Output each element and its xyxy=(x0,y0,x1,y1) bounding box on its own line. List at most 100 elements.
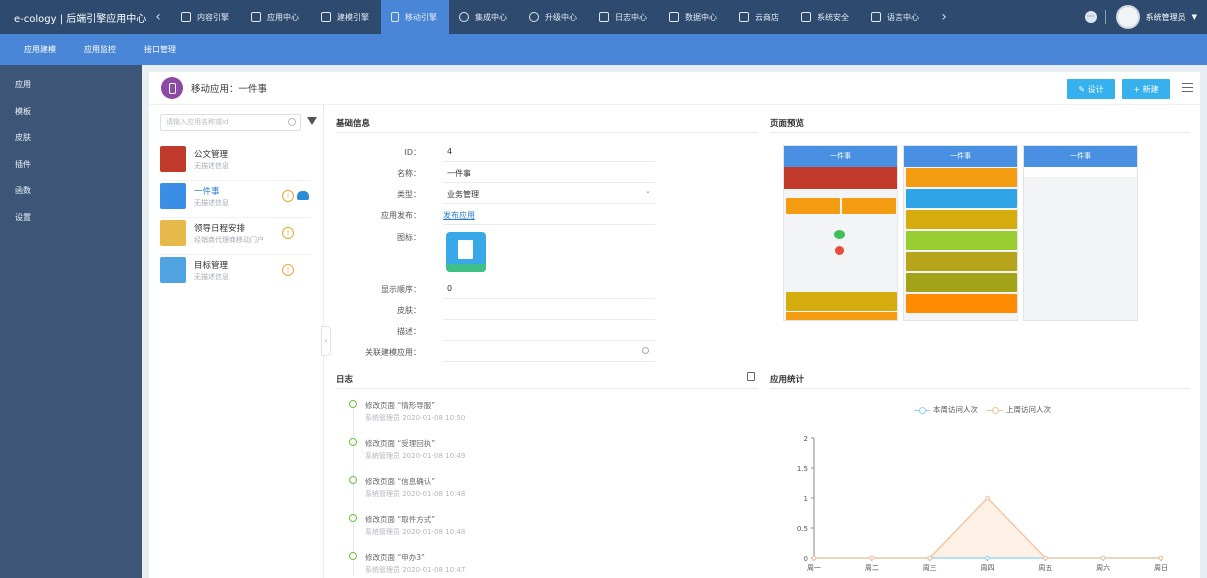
timeline-line xyxy=(352,404,354,576)
nav-data-center[interactable]: 数据中心 xyxy=(659,0,729,34)
new-label: 新建 xyxy=(1142,84,1159,94)
publish-app-link[interactable]: 发布应用 xyxy=(443,210,475,221)
divider xyxy=(443,224,655,225)
search-input[interactable]: 请输入应用名称或id xyxy=(160,114,301,131)
nav-upgrade-center[interactable]: 升级中心 xyxy=(519,0,589,34)
warning-icon[interactable]: ! xyxy=(282,227,294,239)
nav-prev-icon[interactable]: ‹ xyxy=(145,9,171,25)
design-button[interactable]: ✎ 设计 xyxy=(1067,79,1115,99)
nav-model-engine[interactable]: 建模引擎 xyxy=(311,0,381,34)
x-tick-label: 周一 xyxy=(807,564,821,572)
legend-label: 本周访问人次 xyxy=(933,405,978,414)
name-field[interactable]: 一件事 xyxy=(447,168,471,179)
subnav-app-modeling[interactable]: 应用建模 xyxy=(24,44,56,55)
legend-marker xyxy=(987,406,1003,414)
phone-preview[interactable]: 一件事 xyxy=(783,145,898,321)
sidebar-item-app[interactable]: 应用 xyxy=(0,79,142,106)
cloud-upload-icon[interactable] xyxy=(297,191,309,200)
list-row xyxy=(1024,167,1137,177)
avatar[interactable] xyxy=(1115,5,1140,29)
nav-label: 日志中心 xyxy=(615,12,647,22)
file-icon xyxy=(669,12,679,22)
divider xyxy=(443,298,655,299)
log-text: 修改页面 “情形导服” xyxy=(365,401,436,410)
filter-icon[interactable] xyxy=(307,117,317,125)
sidebar-item-settings[interactable]: 设置 xyxy=(0,212,142,239)
phone-preview[interactable]: 一件事 xyxy=(1023,145,1138,321)
sidebar-item-plugin[interactable]: 插件 xyxy=(0,159,142,186)
log-meta: 系统管理员 2020-01-08 10:47 xyxy=(365,566,466,574)
list-icon[interactable] xyxy=(1182,83,1193,92)
top-bar: e-cology | 后端引擎应用中心 ‹ 内容引擎 应用中心 建模引擎 移动引… xyxy=(0,0,1207,34)
brand-title: e-cology | 后端引擎应用中心 xyxy=(14,13,147,25)
user-name[interactable]: 系统管理员 xyxy=(1146,12,1186,23)
field-label-skin: 皮肤： xyxy=(397,306,421,315)
new-button[interactable]: + 新建 xyxy=(1122,79,1170,99)
app-name: 一件事 xyxy=(194,187,220,197)
nav-system-security[interactable]: 系统安全 xyxy=(791,0,861,34)
type-select[interactable]: 业务管理 xyxy=(447,189,479,200)
card xyxy=(842,198,896,214)
warning-icon[interactable]: ! xyxy=(282,264,294,276)
legend-item[interactable]: 本周访问人次 xyxy=(914,404,978,415)
x-tick-label: 周六 xyxy=(1096,563,1110,572)
snowflake-icon xyxy=(459,12,469,22)
sidebar-item-template[interactable]: 模板 xyxy=(0,106,142,133)
document-icon[interactable] xyxy=(747,372,755,381)
id-value: 4 xyxy=(447,147,453,156)
card xyxy=(906,252,1017,271)
nav-content-engine[interactable]: 内容引擎 xyxy=(171,0,241,34)
app-icon xyxy=(160,257,186,283)
search-icon[interactable] xyxy=(288,118,296,126)
subnav-api-management[interactable]: 接口管理 xyxy=(144,44,176,55)
list-item[interactable]: 领导日程安排 经销商代理商移动门户 ! xyxy=(160,218,312,255)
phone-title: 一件事 xyxy=(1024,146,1137,167)
order-field[interactable]: 0 xyxy=(447,284,452,293)
nav-integration-center[interactable]: 集成中心 xyxy=(449,0,519,34)
divider xyxy=(443,319,655,320)
phone-preview[interactable]: 一件事 xyxy=(903,145,1018,321)
x-tick-label: 周日 xyxy=(1154,564,1168,572)
legend-item[interactable]: 上周访问人次 xyxy=(987,404,1051,415)
divider xyxy=(770,388,1190,389)
banner-image xyxy=(784,167,897,189)
chevron-down-icon[interactable]: ⌄ xyxy=(645,187,651,195)
visits-line-chart: 0 0.5 1 1.5 2 周一 周二 周三 周四 周五 周六 周日 xyxy=(797,435,1168,572)
app-desc: 经销商代理商移动门户 xyxy=(194,236,264,244)
timeline-dot xyxy=(349,514,357,522)
x-tick-label: 周四 xyxy=(981,564,995,572)
nav-mobile-engine[interactable]: 移动引擎 xyxy=(381,0,449,34)
data-point xyxy=(811,555,817,561)
subnav-app-monitor[interactable]: 应用监控 xyxy=(84,44,116,55)
nav-log-center[interactable]: 日志中心 xyxy=(589,0,659,34)
search-icon[interactable] xyxy=(642,347,649,354)
data-point xyxy=(1100,555,1106,561)
preview-title: 页面预览 xyxy=(770,119,805,129)
warning-icon[interactable]: ! xyxy=(282,190,294,202)
app-name: 公文管理 xyxy=(194,150,229,160)
list-item[interactable]: 目标管理 无描述信息 ! xyxy=(160,255,312,292)
grid-icon xyxy=(251,12,261,22)
timeline-dot xyxy=(349,476,357,484)
card xyxy=(786,198,840,214)
chat-icon[interactable]: ··· xyxy=(1084,11,1097,23)
search-placeholder: 请输入应用名称或id xyxy=(166,118,229,126)
y-tick-label: 0 xyxy=(804,555,808,563)
app-icon-image[interactable] xyxy=(446,232,486,272)
divider xyxy=(443,340,655,341)
nav-app-center[interactable]: 应用中心 xyxy=(241,0,311,34)
card xyxy=(786,292,897,311)
edit-icon: ✎ xyxy=(1078,84,1088,94)
log-meta: 系统管理员 2020-01-08 10:48 xyxy=(365,490,466,498)
nav-language-center[interactable]: 语言中心 xyxy=(861,0,931,34)
sidebar-item-skin[interactable]: 皮肤 xyxy=(0,132,142,159)
log-text: 修改页面 “申办3” xyxy=(365,553,425,562)
nav-next-icon[interactable]: › xyxy=(931,9,957,25)
nav-label: 升级中心 xyxy=(545,12,577,22)
list-item[interactable]: 一件事 无描述信息 ! xyxy=(160,181,312,218)
card xyxy=(906,189,1017,208)
nav-cloud-store[interactable]: 云商店 xyxy=(729,0,791,34)
sidebar-item-function[interactable]: 函数 xyxy=(0,185,142,212)
chevron-down-icon[interactable]: ▼ xyxy=(1192,13,1197,21)
list-item[interactable]: 公文管理 无描述信息 xyxy=(160,144,312,181)
